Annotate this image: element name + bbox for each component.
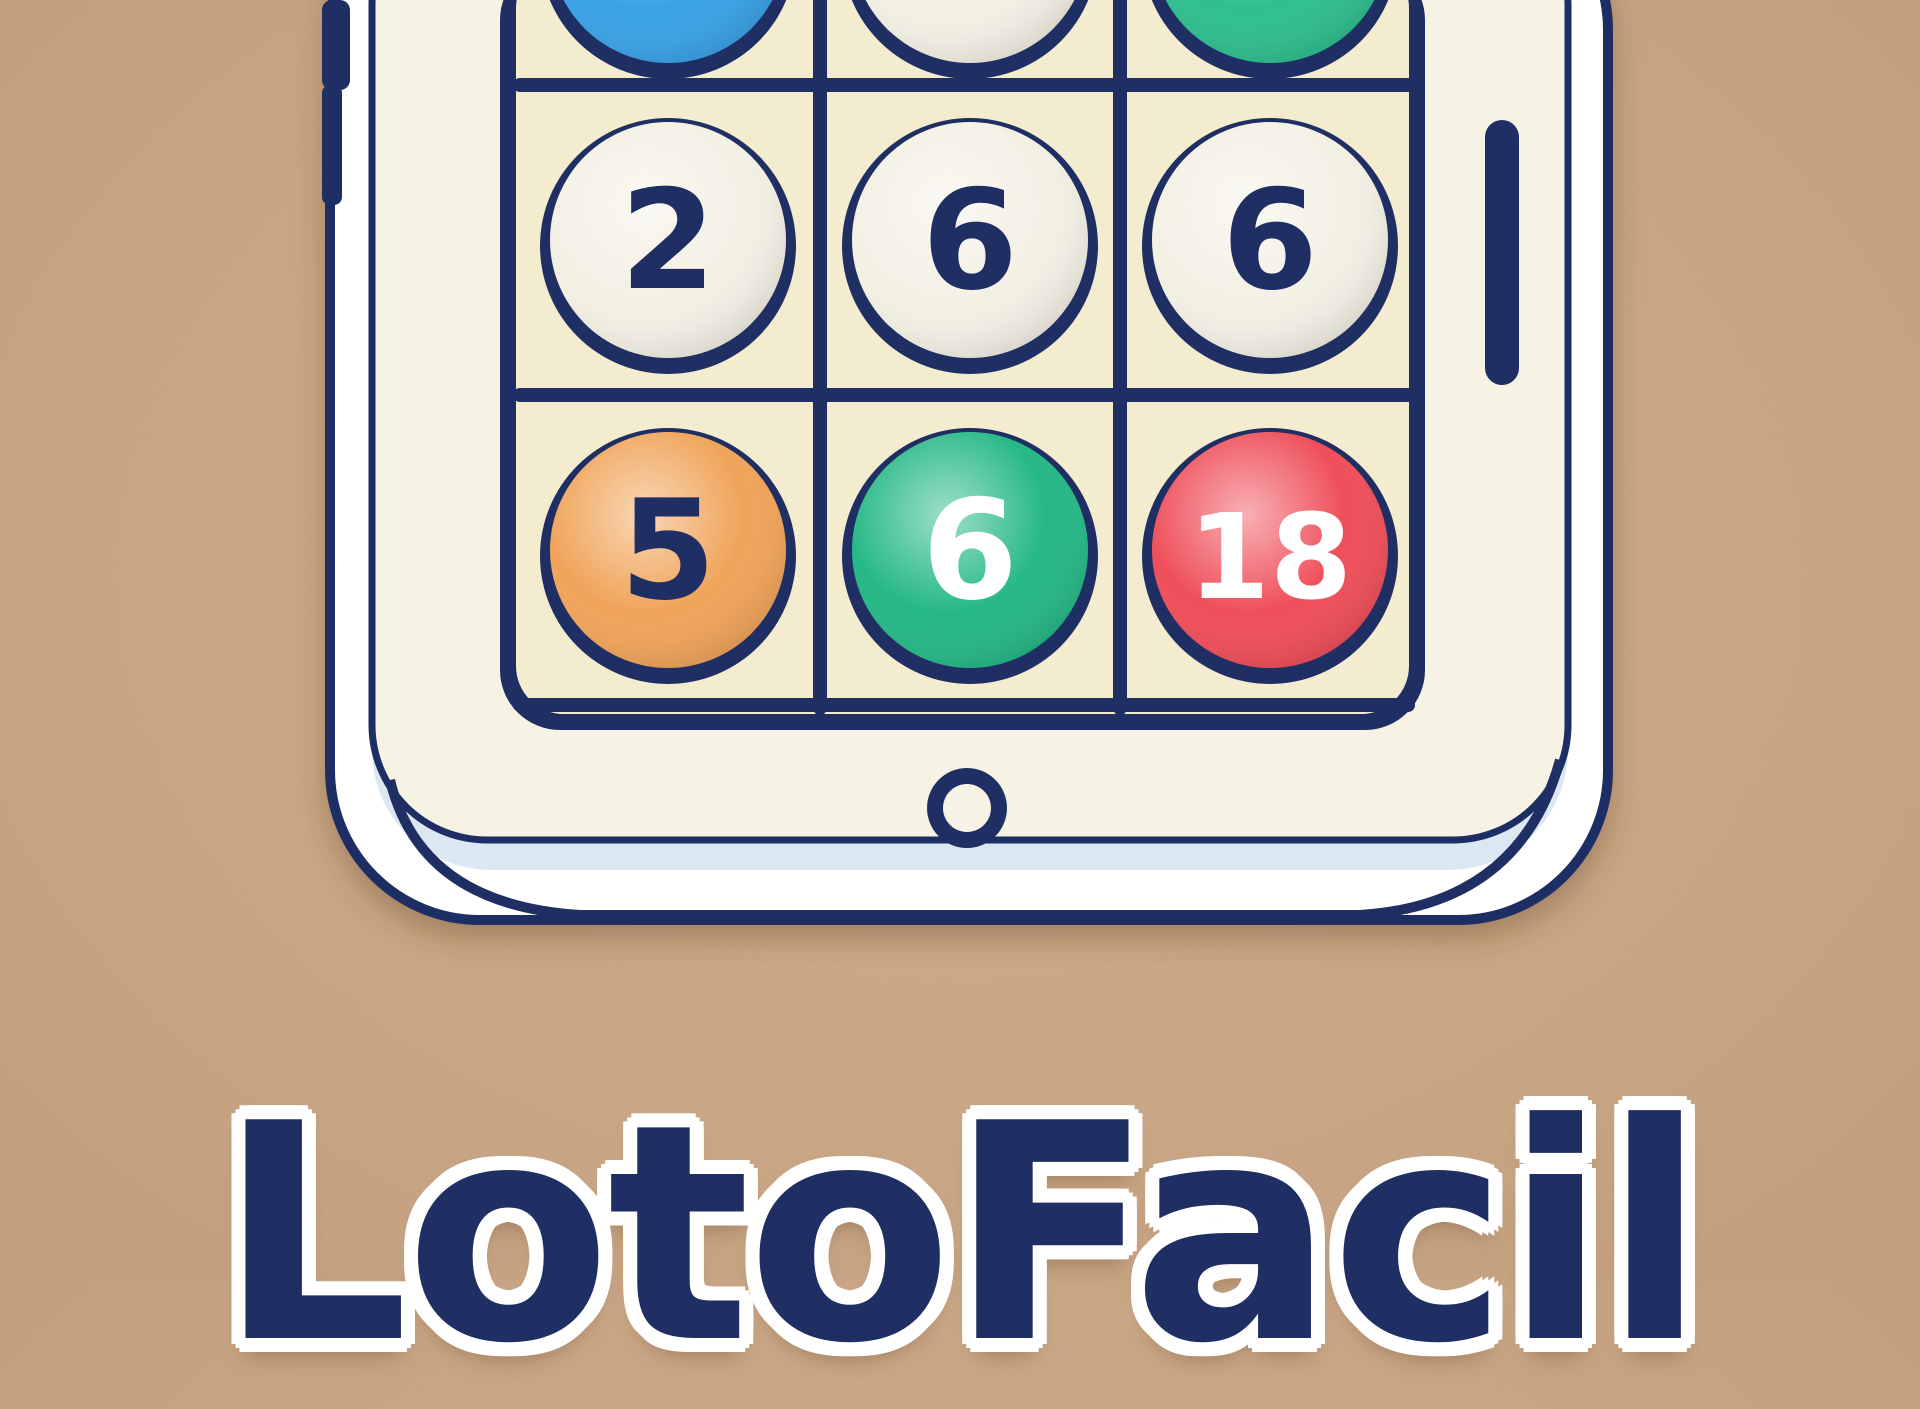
lottery-ball[interactable]: 6 bbox=[842, 428, 1098, 684]
brand-wordmark: LotoFacil bbox=[217, 1060, 1706, 1409]
screen: 2 6 6 5 6 18 bbox=[500, 0, 1425, 730]
side-volume-icon bbox=[322, 85, 342, 205]
lottery-ball[interactable]: 2 bbox=[540, 118, 796, 374]
lottery-ball[interactable]: 6 bbox=[842, 118, 1098, 374]
speaker-slot-icon bbox=[1485, 120, 1519, 385]
ball-number: 18 bbox=[1188, 488, 1352, 626]
lottery-ball[interactable]: 5 bbox=[540, 428, 796, 684]
side-button-icon bbox=[322, 0, 350, 90]
lottery-ball[interactable]: 18 bbox=[1142, 428, 1398, 684]
lottery-ball[interactable]: 6 bbox=[1142, 118, 1398, 374]
ball-number: 6 bbox=[922, 160, 1018, 321]
home-button-icon[interactable] bbox=[927, 768, 1007, 848]
ball-number: 6 bbox=[922, 470, 1018, 631]
ball-number: 2 bbox=[620, 160, 716, 321]
ball-number: 5 bbox=[620, 470, 716, 631]
ball-number: 6 bbox=[1222, 160, 1318, 321]
